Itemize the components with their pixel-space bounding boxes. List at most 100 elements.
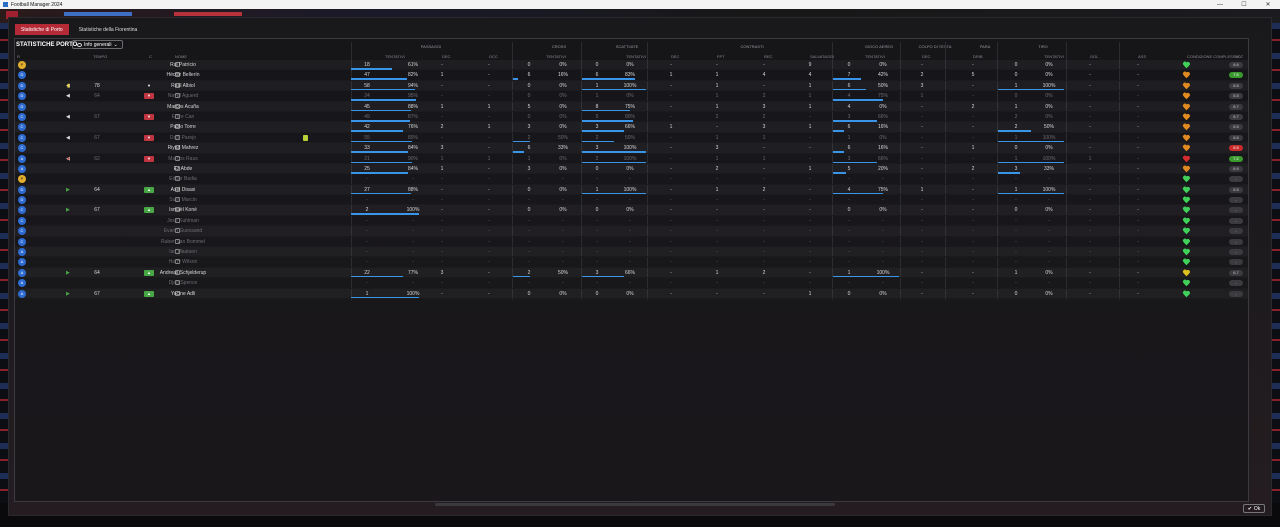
column-header[interactable]: DRIB	[973, 54, 983, 59]
table-row[interactable]: A Ian Maatsen - - - - - - - - - - - - - - - - - - - - -	[15, 247, 1248, 258]
column-header[interactable]: TENTATIVI	[626, 54, 646, 59]
column-header[interactable]: OCC	[489, 54, 498, 59]
table-row[interactable]: C ◀ 67 ▼ Emre Can 49 87% - -0 0% 5 80% -2 2-3 66% - -2 0%…	[15, 112, 1248, 123]
dribbles-pct: -	[629, 249, 631, 256]
table-row[interactable]: A ▶ 64 ▲ Andreas Schjelderup 22 77% 3-2 50% 3 66% -…	[15, 268, 1248, 279]
player-name[interactable]: Ez Abde	[174, 166, 193, 172]
percentage-bar	[351, 88, 415, 91]
column-header[interactable]: SALVATAGGI	[810, 54, 834, 59]
column-header[interactable]: R	[17, 54, 20, 59]
player-name[interactable]: Yacine Adli	[171, 291, 195, 297]
player-name[interactable]: Ismaël Koné	[169, 207, 197, 213]
tab-porto-stats[interactable]: Statistiche di Porto	[15, 24, 69, 35]
aerial-pct: -	[882, 238, 884, 245]
view-select[interactable]: Info generali ⌄	[72, 40, 123, 49]
percentage-bar	[351, 119, 411, 122]
table-row[interactable]: A ▶ 67 ▲ Yacine Adli 1 100% - -0 0% 0 0% - - -1 0 0% - -0 0…	[15, 289, 1248, 299]
close-icon[interactable]: ✕	[1256, 1, 1280, 8]
column-header[interactable]: ASS	[1138, 54, 1146, 59]
player-name[interactable]: Axel Disasi	[171, 187, 196, 193]
column-header[interactable]: NOME	[175, 54, 187, 59]
player-name[interactable]: Evann Guessand	[164, 228, 202, 234]
column-header[interactable]: CONDIZIONE COMPLESSIV...	[1187, 54, 1242, 59]
player-name[interactable]: Djed Spence	[169, 280, 198, 286]
table-row[interactable]: C Ruben van Bommel - - - - - - - - - - - - - - - - - - - - -	[15, 237, 1248, 248]
aerial-attempts: -	[848, 197, 850, 204]
table-row[interactable]: A Djed Spence - - - - - - - - - - - - - - - - - - - - -	[15, 278, 1248, 289]
table-row[interactable]: C ▶ 67 ▲ Ismaël Koné 2 100% - -0 0% 0 0% - - - -0 0% - -0 0…	[15, 205, 1248, 216]
player-name[interactable]: Jesé Kuhlman	[167, 218, 199, 224]
table-row[interactable]: P Rui Patrício 18 61% - -0 0% 0 0% - - -9 0 0% - -0 0% - -…	[15, 60, 1248, 71]
column-header[interactable]: REC	[764, 54, 772, 59]
table-row[interactable]: A Ez Abde 25 84% 1-3 0% 0 0% -2-1 5 20% -2 3 33% - -6.9	[15, 164, 1248, 175]
match-rating: 6.6	[1229, 134, 1243, 141]
column-header[interactable]: TEMPO	[93, 54, 107, 59]
column-header[interactable]: TENTATIVI	[865, 54, 885, 59]
condition-heart-icon	[1183, 124, 1189, 130]
minimize-icon[interactable]: —	[1208, 2, 1232, 8]
dribbles-count: -	[972, 124, 974, 131]
dribbles: 0	[595, 207, 599, 214]
table-row[interactable]: C Evann Guessand - - - - - - - - - - - - - - - - - - - - -	[15, 226, 1248, 237]
ok-button[interactable]: ✔ Ok	[1243, 504, 1265, 513]
percentage-bar	[998, 192, 1064, 195]
table-row[interactable]: C Pablo Torre 42 76% 2 1 3 0% 3 66% 1-3 1 6 16% - -2 50%…	[15, 122, 1248, 133]
player-name[interactable]: Dani Parejo	[170, 135, 196, 141]
substitution-badge: ▲	[144, 269, 154, 276]
column-header[interactable]: TENTATIVI	[546, 54, 566, 59]
player-name[interactable]: Marcos Raus	[168, 156, 197, 162]
table-row[interactable]: D Marcos Acuña 45 88% 1 1 5 0% 8 75% -1 3 1 4 0% -2 1 0% -…	[15, 102, 1248, 112]
condition-heart-icon	[1183, 197, 1189, 203]
key-passes: -	[441, 249, 443, 256]
column-header[interactable]: TENTATIVI	[1044, 54, 1064, 59]
table-row[interactable]: D Sully Marcin - - - - - - - - - - - - - - - - - - - - -	[15, 195, 1248, 206]
goals: -	[1089, 249, 1091, 256]
player-name[interactable]: Héctor Bellerín	[166, 72, 199, 78]
table-row[interactable]: D ▶ 64 ▲ Axel Disasi 27 88% - -0 0% 1 100% -1 2-4 75% 1…	[15, 185, 1248, 196]
player-name[interactable]: Pablo Torre	[170, 124, 195, 130]
headers-won: -	[921, 134, 923, 141]
table-row[interactable]: C Riyad Mahrez 33 84% 3-6 33% 3 100% -3- -6 16% -1 0…	[15, 143, 1248, 154]
tab-fiorentina-stats[interactable]: Statistiche della Fiorentina	[73, 24, 144, 35]
player-name[interactable]: Emre Can	[172, 114, 195, 120]
column-header[interactable]: DEC	[442, 54, 450, 59]
table-row[interactable]: C Jesé Kuhlman - - - - - - - - - - - - - - - - - - - - -	[15, 216, 1248, 227]
condition-heart-icon	[1183, 207, 1189, 213]
recoveries: 2	[762, 113, 766, 120]
horizontal-scrollbar[interactable]	[435, 503, 835, 506]
player-name[interactable]: Ian Maatsen	[169, 249, 197, 255]
percentage-bar	[351, 161, 413, 164]
column-header[interactable]: DEC	[922, 54, 930, 59]
table-row[interactable]: P Edgar Badia - - - - - - - - - - - - - - - - - - - - -	[15, 174, 1248, 185]
player-name[interactable]: Harry Wilson	[169, 259, 198, 265]
goals: -	[1089, 134, 1091, 141]
column-header[interactable]: GOL	[1090, 54, 1098, 59]
table-row[interactable]: D Héctor Bellerín 47 82% 1-6 16% 6 83% 1 1 4 4 7 42% 2…	[15, 70, 1248, 81]
column-header[interactable]: DEC	[671, 54, 679, 59]
player-name[interactable]: Edgar Badia	[169, 176, 197, 182]
column-header[interactable]: TENTATIVI	[385, 54, 405, 59]
column-header[interactable]: FPT	[717, 54, 725, 59]
table-row[interactable]: A Harry Wilson - - - - - - - - - - - - - - - - - - - - -	[15, 257, 1248, 268]
player-name[interactable]: Sully Marcin	[169, 197, 196, 203]
column-header[interactable]: C	[149, 54, 152, 59]
goals: -	[1089, 228, 1091, 235]
player-name[interactable]: Ruben van Bommel	[161, 239, 205, 245]
tackles-decisive: -	[670, 93, 672, 100]
table-row[interactable]: D ◀ 78 ▼ ▮ Raúl Albiol 58 94% - -0 0% 1 100% -1-1 6 50%…	[15, 81, 1248, 92]
player-name[interactable]: Raúl Albiol	[171, 83, 195, 89]
maximize-icon[interactable]: ☐	[1232, 1, 1256, 8]
player-name[interactable]: Riyad Mahrez	[168, 145, 199, 151]
assists: -	[1137, 238, 1139, 245]
table-row[interactable]: A ◀ 62 ▼ ● Marcos Raus 21 90% 1 1 1 0% 2 100% -1 1-3 66%…	[15, 154, 1248, 164]
table-row[interactable]: C ◀ 67 ▼ Dani Parejo 55 89% - -2 50% 2 50% -1 1-1 0% - -…	[15, 133, 1248, 144]
match-rating: 6.5	[1229, 124, 1243, 131]
recoveries: -	[763, 238, 765, 245]
column-header[interactable]: VOT	[1235, 54, 1243, 59]
player-name[interactable]: Nayef Aguerd	[168, 93, 198, 99]
key-passes: 3	[440, 145, 444, 152]
player-name[interactable]: Andreas Schjelderup	[160, 270, 206, 276]
player-name[interactable]: Rui Patrício	[170, 62, 196, 68]
player-name[interactable]: Marcos Acuña	[167, 104, 199, 110]
table-row[interactable]: D ◀ 64 ▼ Nayef Aguerd 24 95% - -0 0% 1 0% -1 2 1 4 75% 1-…	[15, 91, 1248, 102]
